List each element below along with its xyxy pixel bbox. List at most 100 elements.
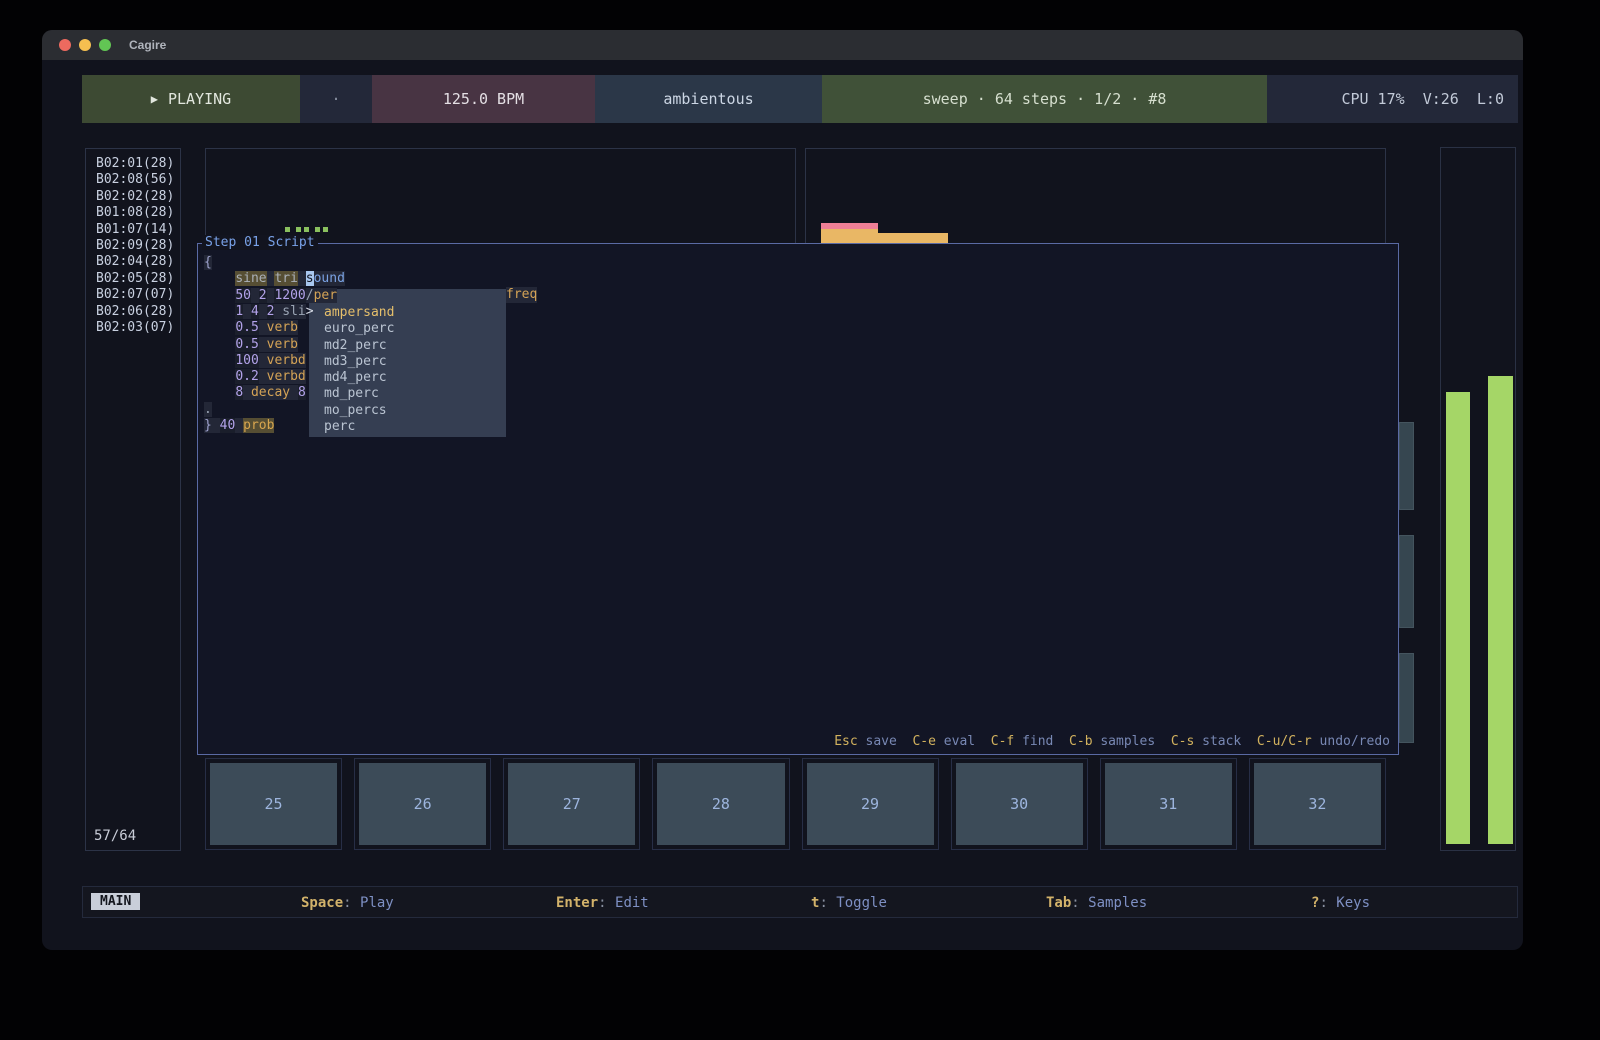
footer-hint: Tab: Samples bbox=[1046, 895, 1147, 911]
step-cell-container: 32 bbox=[1249, 758, 1386, 850]
hint-colon: : bbox=[1319, 895, 1336, 911]
code-token: 2 bbox=[259, 288, 267, 303]
code-token bbox=[290, 385, 298, 400]
code-token bbox=[259, 353, 267, 368]
step-cell[interactable]: 27 bbox=[508, 763, 635, 845]
script-editor[interactable]: Step 01 Script ampersandeuro_percmd2_per… bbox=[197, 243, 1399, 755]
activity-dots-icon bbox=[285, 227, 328, 232]
sample-list-item[interactable]: B02:02(28) bbox=[86, 189, 180, 205]
code-token: verb bbox=[267, 337, 298, 352]
code-token bbox=[259, 304, 267, 319]
code-token bbox=[298, 271, 306, 286]
autocomplete-item[interactable]: mo_percs bbox=[309, 403, 506, 419]
traffic-lights bbox=[59, 39, 111, 51]
step-cell[interactable]: 30 bbox=[956, 763, 1083, 845]
step-cell-container: 31 bbox=[1100, 758, 1237, 850]
autocomplete-item[interactable]: euro_perc bbox=[309, 321, 506, 337]
code-token bbox=[204, 337, 235, 352]
keybind-label: save bbox=[858, 734, 913, 749]
code-token: 1 bbox=[235, 304, 243, 319]
sample-sidebar: B02:01(28)B02:08(56)B02:02(28)B01:08(28)… bbox=[85, 148, 181, 851]
code-token: { bbox=[204, 255, 212, 270]
step-cell-container: 29 bbox=[802, 758, 939, 850]
code-token: sine bbox=[235, 271, 266, 286]
keybind-key: C-e bbox=[912, 734, 935, 749]
keybind-label: find bbox=[1014, 734, 1069, 749]
code-token: tri bbox=[274, 271, 297, 286]
sample-list-item[interactable]: B02:08(56) bbox=[86, 172, 180, 188]
sample-list-item[interactable]: B01:08(28) bbox=[86, 205, 180, 221]
code-token: verbd bbox=[267, 353, 306, 368]
sample-list-item[interactable]: B01:07(14) bbox=[86, 222, 180, 238]
footer-hint: Space: Play bbox=[301, 895, 394, 911]
autocomplete-item[interactable]: ampersand bbox=[309, 305, 506, 321]
sample-list-item[interactable]: B02:06(28) bbox=[86, 304, 180, 320]
status-bar: ▶PLAYING · 125.0 BPM ambientous sweep · … bbox=[82, 75, 1518, 123]
code-token: 4 bbox=[251, 304, 259, 319]
transport-label: PLAYING bbox=[168, 90, 231, 108]
code-token: ound bbox=[314, 271, 345, 286]
footer-hint: ?: Keys bbox=[1311, 895, 1370, 911]
step-cell[interactable]: 26 bbox=[359, 763, 486, 845]
hidden-step-cell-sliver bbox=[1399, 535, 1414, 628]
autocomplete-item[interactable]: md_perc bbox=[309, 386, 506, 402]
code-line: 1 4 2 sli> bbox=[204, 304, 314, 320]
code-token: / bbox=[306, 288, 314, 303]
sample-list-item[interactable]: B02:09(28) bbox=[86, 238, 180, 254]
code-token bbox=[259, 369, 267, 384]
hint-colon: : bbox=[819, 895, 836, 911]
sample-list-item[interactable]: B02:01(28) bbox=[86, 156, 180, 172]
level-meter-panel bbox=[1440, 147, 1516, 851]
code-token bbox=[204, 304, 235, 319]
step-cell[interactable]: 32 bbox=[1254, 763, 1381, 845]
play-icon: ▶ bbox=[151, 92, 158, 106]
titlebar: Cagire bbox=[42, 30, 1523, 60]
separator-segment: · bbox=[300, 75, 372, 123]
code-line: 8 decay 8 bbox=[204, 385, 306, 401]
step-cell-container: 27 bbox=[503, 758, 640, 850]
code-token: 40 bbox=[220, 418, 236, 433]
code-line: 0.5 verb bbox=[204, 320, 298, 336]
hint-label: Edit bbox=[615, 895, 649, 911]
minimize-button[interactable] bbox=[79, 39, 91, 51]
autocomplete-item[interactable]: md3_perc bbox=[309, 354, 506, 370]
sample-list-item[interactable]: B02:05(28) bbox=[86, 271, 180, 287]
code-token: > bbox=[306, 304, 314, 319]
code-token: } bbox=[204, 418, 212, 433]
code-token: 0.5 bbox=[235, 320, 258, 335]
code-token: per bbox=[314, 288, 337, 303]
footer-bar: MAIN Space: PlayEnter: Editt: ToggleTab:… bbox=[82, 886, 1518, 918]
keybind-label: undo/redo bbox=[1312, 734, 1390, 749]
code-line: . bbox=[204, 402, 212, 418]
sample-list-item[interactable]: B02:03(07) bbox=[86, 320, 180, 336]
code-line: 50 2 1200/per bbox=[204, 288, 337, 304]
code-line: } 40 prob bbox=[204, 418, 274, 434]
hint-key: Enter bbox=[556, 895, 598, 911]
step-cell[interactable]: 25 bbox=[210, 763, 337, 845]
transport-status: ▶ PLAYING bbox=[82, 75, 300, 123]
hidden-step-cell-sliver bbox=[1399, 422, 1414, 510]
code-token: verb bbox=[267, 320, 298, 335]
code-token bbox=[204, 369, 235, 384]
code-token bbox=[235, 418, 243, 433]
autocomplete-item[interactable]: md4_perc bbox=[309, 370, 506, 386]
code-token: 0.5 bbox=[235, 337, 258, 352]
keybind-key: C-u/C-r bbox=[1257, 734, 1312, 749]
sample-list-item[interactable]: B02:04(28) bbox=[86, 254, 180, 270]
step-cell[interactable]: 28 bbox=[657, 763, 784, 845]
sample-list-item[interactable]: B02:07(07) bbox=[86, 287, 180, 303]
step-cell-container: 25 bbox=[205, 758, 342, 850]
hint-label: Play bbox=[360, 895, 394, 911]
autocomplete-item[interactable]: md2_perc bbox=[309, 338, 506, 354]
keybind-label: samples bbox=[1093, 734, 1171, 749]
hidden-step-cell-sliver bbox=[1399, 653, 1414, 743]
close-button[interactable] bbox=[59, 39, 71, 51]
code-token bbox=[204, 271, 235, 286]
step-cell[interactable]: 31 bbox=[1105, 763, 1232, 845]
autocomplete-item[interactable]: perc bbox=[309, 419, 506, 435]
hint-key: Tab bbox=[1046, 895, 1071, 911]
maximize-button[interactable] bbox=[99, 39, 111, 51]
footer-hint: Enter: Edit bbox=[556, 895, 649, 911]
step-cell[interactable]: 29 bbox=[807, 763, 934, 845]
editor-keybinds: Esc save C-e eval C-f find C-b samples C… bbox=[834, 734, 1390, 749]
